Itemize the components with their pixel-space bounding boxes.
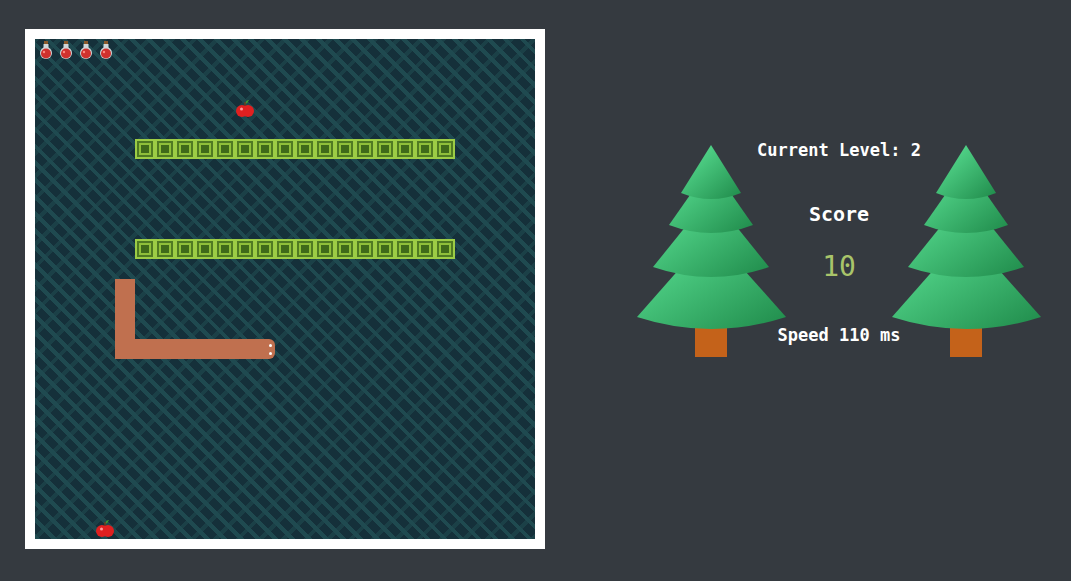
snake-segment — [215, 339, 235, 359]
snake-segment — [135, 339, 155, 359]
apple — [235, 99, 255, 119]
wall-block — [235, 239, 255, 259]
wall-block — [335, 139, 355, 159]
wall-block — [375, 139, 395, 159]
snake-segment — [115, 319, 135, 339]
snake-eye — [269, 344, 272, 347]
game-board[interactable] — [35, 39, 535, 539]
snake-segment — [155, 339, 175, 359]
wall-block — [315, 139, 335, 159]
snake-segment — [115, 339, 135, 359]
snake-head — [255, 339, 275, 359]
wall-block — [435, 139, 455, 159]
snake-segment — [115, 279, 135, 299]
wall-block — [415, 239, 435, 259]
wall-block — [195, 139, 215, 159]
wall-block — [155, 239, 175, 259]
tree-right-icon — [888, 145, 1045, 357]
potion-icon — [37, 41, 55, 59]
score-value: 10 — [822, 250, 856, 284]
potion-icon — [57, 41, 75, 59]
wall-block — [135, 239, 155, 259]
wall-block — [375, 239, 395, 259]
potion-icon — [77, 41, 95, 59]
potion-icon — [97, 41, 115, 59]
wall-block — [395, 139, 415, 159]
apple-icon — [235, 99, 255, 119]
wall-block — [215, 239, 235, 259]
apple — [95, 519, 115, 539]
snake-segment — [195, 339, 215, 359]
side-panel: Current Level: 2Score10Speed 110 ms — [633, 145, 1045, 357]
score-label: Score — [809, 202, 869, 226]
wall-block — [155, 139, 175, 159]
wall-block — [315, 239, 335, 259]
wall-block — [355, 139, 375, 159]
wall-block — [235, 139, 255, 159]
wall-block — [275, 139, 295, 159]
wall-block — [295, 139, 315, 159]
snake-segment — [175, 339, 195, 359]
wall-block — [135, 139, 155, 159]
wall-block — [215, 139, 235, 159]
wall-block — [255, 139, 275, 159]
wall-block — [175, 239, 195, 259]
wall-block — [395, 239, 415, 259]
snake-segment — [235, 339, 255, 359]
wall-block — [175, 139, 195, 159]
snake-eye — [269, 352, 272, 355]
level-label: Current Level: 2 — [757, 139, 921, 161]
wall-block — [275, 239, 295, 259]
tree-left-icon — [633, 145, 790, 357]
wall-block — [355, 239, 375, 259]
info-column: Current Level: 2Score10Speed 110 ms — [744, 145, 934, 346]
wall-block — [415, 139, 435, 159]
wall-block — [335, 239, 355, 259]
wall-block — [295, 239, 315, 259]
snake-segment — [115, 299, 135, 319]
speed-label: Speed 110 ms — [778, 324, 901, 346]
board-frame — [25, 29, 545, 549]
apple-icon — [95, 519, 115, 539]
lives — [37, 41, 115, 59]
wall-block — [195, 239, 215, 259]
wall-block — [255, 239, 275, 259]
wall-block — [435, 239, 455, 259]
game-page: Current Level: 2 Score 10 Speed 110 ms — [0, 0, 1071, 549]
